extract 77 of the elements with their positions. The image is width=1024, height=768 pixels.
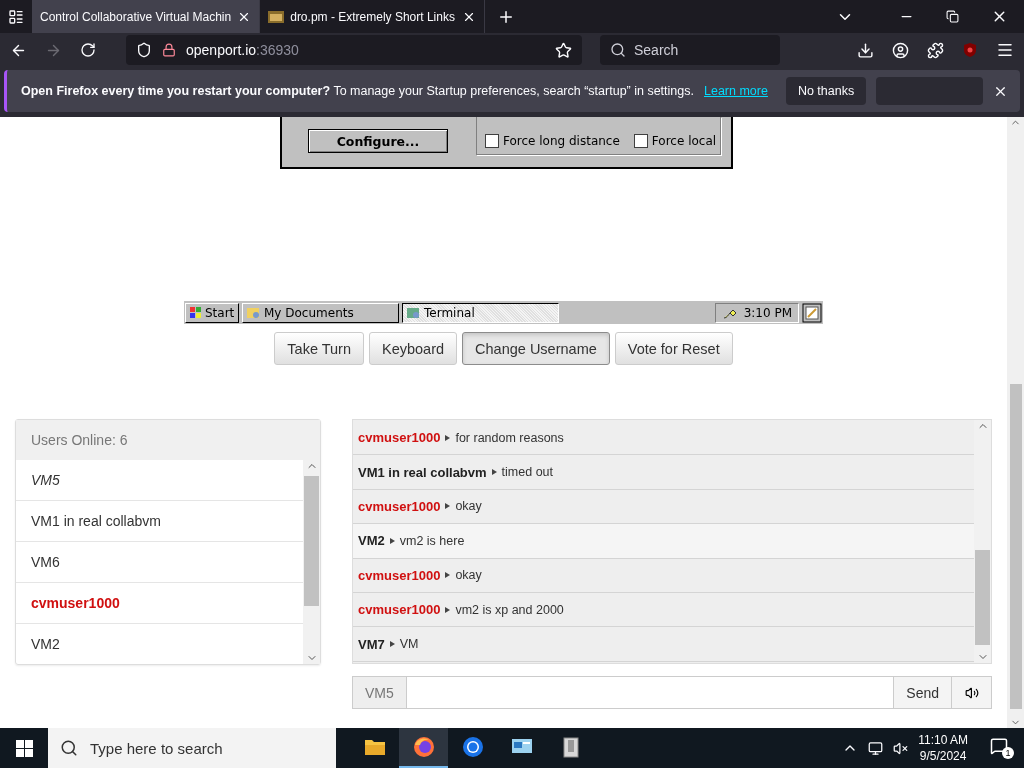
taskbar-clock[interactable]: 11:10 AM 9/5/2024 [918, 732, 968, 764]
page-scrollbar[interactable] [1007, 117, 1024, 728]
checkbox-label: Force local [651, 134, 717, 148]
chat-username: cvmuser1000 [358, 567, 441, 583]
control-button[interactable]: Change Username [462, 332, 610, 365]
configure-button[interactable]: Configure... [308, 129, 448, 153]
remote-desktop-icon [510, 738, 533, 756]
restore-icon[interactable] [946, 10, 959, 23]
sound-button[interactable] [952, 676, 992, 709]
search-field[interactable]: Search [600, 35, 780, 65]
speaker-icon [964, 685, 979, 700]
lock-icon[interactable] [162, 43, 176, 57]
notifications-icon[interactable] [990, 737, 1008, 755]
taskbar-app-button[interactable] [399, 728, 448, 768]
reload-icon[interactable] [80, 42, 96, 58]
shield-extension-icon[interactable] [962, 42, 978, 58]
network-icon[interactable] [868, 740, 884, 756]
triangle-icon [445, 606, 451, 613]
checkbox[interactable] [485, 134, 499, 148]
chat-username: cvmuser1000 [358, 602, 441, 618]
chat-message: okay [455, 568, 482, 583]
vm-task-button[interactable]: Terminal [402, 302, 559, 323]
vm-task-button[interactable]: My Documents [242, 302, 399, 323]
start-button[interactable]: Start [185, 302, 239, 323]
chat-input[interactable] [406, 676, 894, 709]
chat-message: vm2 is xp and 2000 [455, 602, 564, 617]
vm-clock: 3:10 PM [743, 305, 792, 320]
chat-message: for random reasons [455, 430, 564, 445]
chat-username: VM7 [358, 636, 385, 652]
control-button[interactable]: Vote for Reset [614, 332, 733, 365]
desktop-icon[interactable] [802, 302, 822, 323]
search-icon [610, 42, 626, 58]
users-online-header: Users Online: 6 [16, 420, 320, 460]
chat-username: cvmuser1000 [358, 498, 441, 514]
folder-icon [268, 10, 285, 23]
taskbar-search-field[interactable]: Type here to search [48, 728, 336, 768]
triangle-icon [389, 537, 395, 544]
chat-message: okay [455, 499, 482, 514]
archive-icon [561, 736, 580, 758]
chat-username: cvmuser1000 [358, 430, 441, 446]
download-icon[interactable] [857, 41, 874, 59]
checkbox-label: Force long distance [503, 134, 620, 148]
windows-flag-icon [189, 305, 203, 320]
extensions-icon[interactable] [927, 41, 944, 59]
notification-text: Open Firefox every time you restart your computer? To manage your Startup preferences, search “startup” in settings. [21, 84, 694, 98]
triangle-icon [491, 469, 497, 476]
username-label: VM5 [352, 676, 407, 709]
send-button[interactable]: Send [893, 676, 952, 709]
browser-icon [461, 736, 484, 758]
address-bar[interactable]: openport.io:36930 [126, 35, 582, 65]
notification-count-badge: 1 [1002, 747, 1014, 759]
terminal-icon [406, 305, 422, 320]
account-icon[interactable] [892, 41, 909, 59]
chat-message: vm2 is here [399, 533, 465, 548]
chat-username: VM1 in real collabvm [358, 464, 487, 480]
checkbox[interactable] [633, 134, 648, 148]
muted-speaker-icon[interactable] [893, 740, 909, 756]
browser-tab[interactable]: Control Collaborative Virtual Machin [32, 0, 261, 33]
triangle-icon [389, 641, 395, 648]
triangle-icon [445, 572, 451, 579]
no-thanks-button[interactable]: No thanks [785, 77, 867, 105]
chat-message: timed out [501, 465, 554, 480]
chat-message: VM [399, 637, 419, 652]
folder-search-icon [246, 305, 262, 320]
chat-username: VM2 [358, 533, 385, 549]
learn-more-link[interactable]: Learn more [704, 84, 768, 98]
menu-icon[interactable] [996, 41, 1014, 59]
control-button[interactable]: Keyboard [369, 332, 458, 365]
search-icon [60, 739, 78, 757]
control-button[interactable]: Take Turn [274, 332, 364, 365]
folder-icon [363, 738, 386, 756]
triangle-icon [445, 434, 451, 441]
bookmark-star-icon[interactable] [555, 41, 572, 59]
shield-icon[interactable] [136, 42, 152, 58]
triangle-icon [445, 503, 451, 510]
windows-logo-icon [15, 739, 33, 757]
firefox-icon [412, 736, 435, 758]
